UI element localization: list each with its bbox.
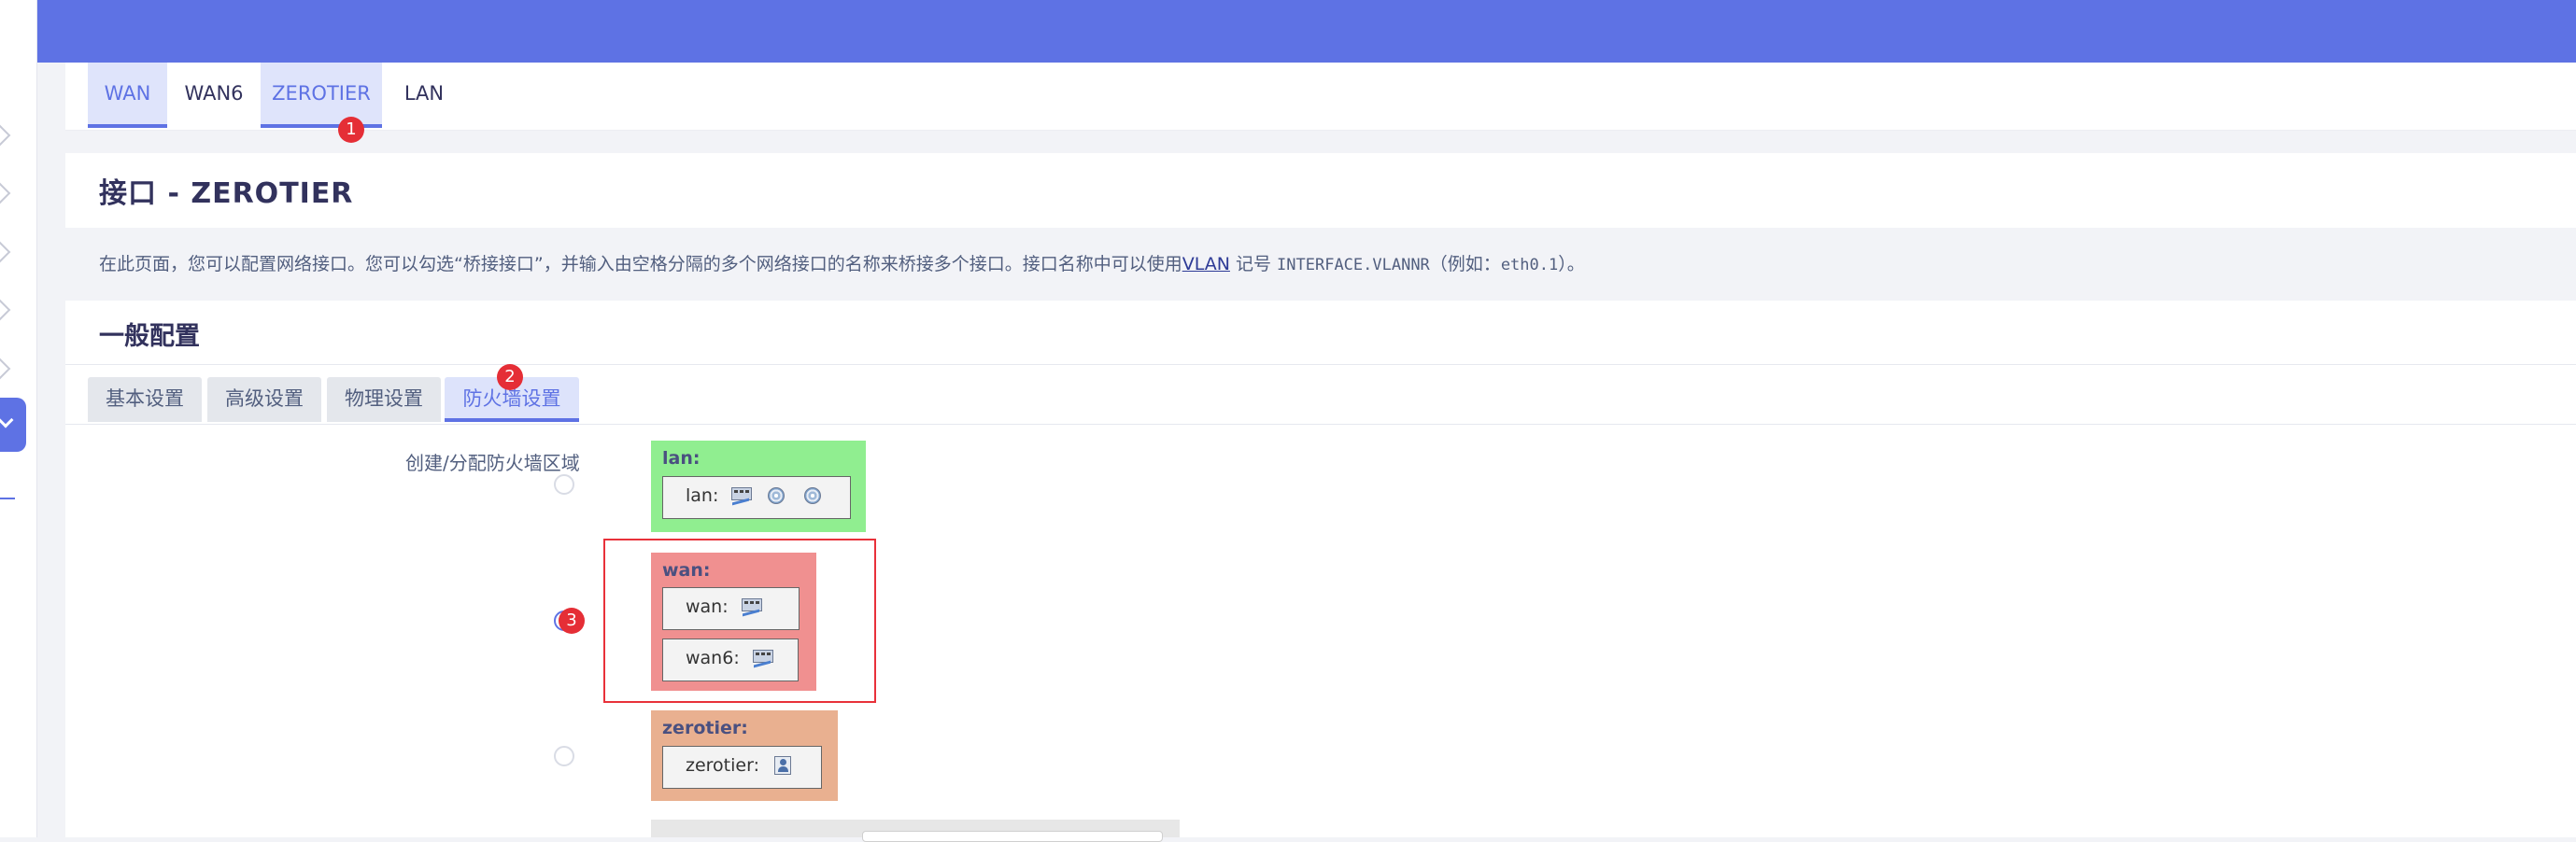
interface-chip-wan6: wan6: (662, 639, 799, 681)
page-description: 在此页面，您可以配置网络接口。您可以勾选“桥接接口”，并输入由空格分隔的多个网络… (99, 250, 1585, 275)
tab-zerotier[interactable]: ZEROTIER (261, 63, 382, 128)
tunnel-icon (771, 755, 795, 777)
interface-chip-wan: wan: (662, 587, 800, 630)
vlan-notation: INTERFACE.VLANNR (1277, 256, 1430, 274)
tab-wan[interactable]: WAN (88, 63, 167, 128)
tab-wan6[interactable]: WAN6 (167, 63, 261, 128)
annotation-badge: 3 (559, 608, 585, 634)
zone-lan[interactable]: lan: lan: (651, 441, 866, 532)
sidebar (0, 0, 37, 837)
chevron-right-icon[interactable] (0, 241, 11, 263)
divider (65, 364, 2576, 365)
chevron-down-icon (0, 412, 14, 428)
network-icon (740, 597, 764, 618)
new-zone-row (651, 820, 1180, 842)
section-title: 一般配置 (99, 322, 200, 351)
wifi-icon (801, 486, 826, 507)
zone-zerotier[interactable]: zerotier: zerotier: (651, 710, 838, 801)
network-icon (751, 649, 775, 669)
interface-label: wan6: (686, 648, 740, 668)
interface-chip-zerotier: zerotier: (662, 746, 822, 789)
chevron-right-icon[interactable] (0, 182, 11, 204)
zone-radio-lan[interactable] (554, 474, 574, 495)
zone-name: wan: (662, 560, 711, 581)
firewall-zone-label: 创建/分配防火墙区域 (405, 452, 580, 474)
new-zone-input[interactable] (862, 831, 1163, 842)
title-card: 接口 - ZEROTIER (65, 153, 2576, 228)
divider (65, 424, 2576, 425)
annotation-badge: 1 (338, 117, 364, 143)
interface-chip-lan: lan: (662, 476, 851, 519)
sidebar-active-indicator (0, 498, 15, 499)
tab-basic-settings[interactable]: 基本设置 (88, 377, 202, 422)
wifi-icon (765, 486, 789, 507)
annotation-badge: 2 (497, 364, 523, 390)
zone-name: lan: (662, 448, 701, 469)
chevron-right-icon[interactable] (0, 358, 11, 380)
interface-label: wan: (686, 596, 729, 617)
vlan-example: eth0.1 (1500, 256, 1559, 274)
vlan-link[interactable]: VLAN (1182, 254, 1230, 274)
sidebar-item-network-active[interactable] (0, 398, 26, 452)
page-title: 接口 - ZEROTIER (99, 177, 354, 210)
tab-lan[interactable]: LAN (382, 63, 466, 128)
description-text: 在此页面，您可以配置网络接口。您可以勾选“桥接接口”，并输入由空格分隔的多个网络… (99, 254, 1182, 274)
tab-physical-settings[interactable]: 物理设置 (327, 377, 441, 422)
interface-label: zerotier: (686, 755, 759, 776)
description-text: （例如： (1429, 254, 1501, 274)
description-text: 记号 (1229, 254, 1278, 274)
top-header-bar (0, 0, 2576, 63)
general-config-card: 一般配置 基本设置 高级设置 物理设置 防火墙设置 创建/分配防火墙区域 (65, 301, 2576, 842)
chevron-right-icon[interactable] (0, 299, 11, 321)
interface-label: lan: (686, 485, 719, 506)
network-icon (729, 486, 754, 507)
zone-wan[interactable]: wan: wan: wan6: (651, 553, 816, 691)
zone-name: zerotier: (662, 718, 748, 738)
description-text: ）。 (1558, 254, 1585, 274)
zone-radio-zerotier[interactable] (554, 746, 574, 766)
interface-tabs-bar: WAN WAN6 ZEROTIER LAN (65, 63, 2576, 131)
chevron-right-icon[interactable] (0, 124, 11, 147)
tab-advanced-settings[interactable]: 高级设置 (207, 377, 321, 422)
